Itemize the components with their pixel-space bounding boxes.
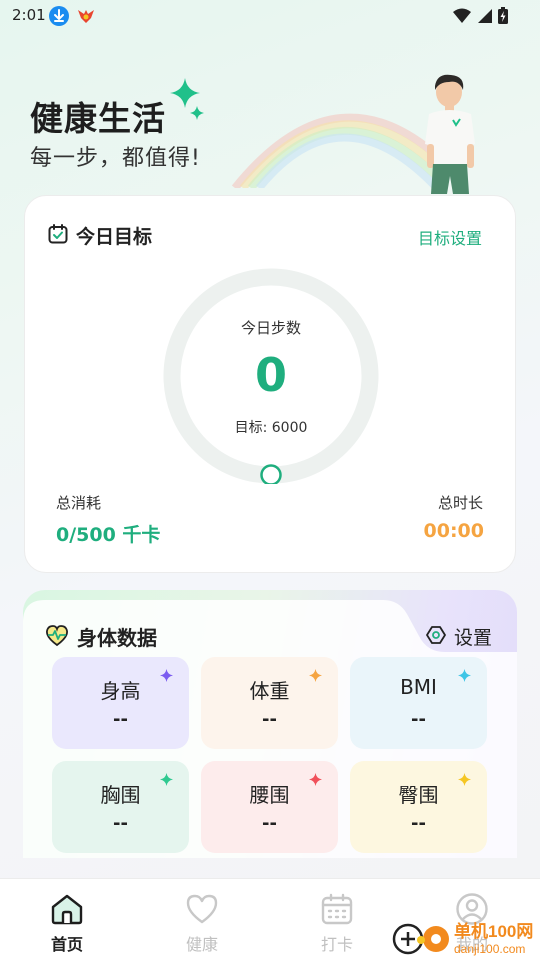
duration-label: 总时长 [437,494,483,512]
body-data-card: 身体数据 设置 身高 -- 体重 -- BMI -- 胸围 -- 腰围 -- 臀… [23,590,517,858]
metric-value: -- [411,813,426,834]
sparkle-icon [309,773,322,786]
metric-value: -- [411,709,426,730]
download-icon [49,6,69,26]
hero-title: 健康生活 [30,99,166,138]
nav-item-checkin[interactable]: 打卡 [282,879,392,960]
metric-card-height[interactable]: 身高 -- [52,657,189,749]
duration-value: 00:00 [423,520,484,542]
calendar-icon [321,893,353,925]
body-settings-button[interactable]: 设置 [454,623,492,650]
metric-value: -- [262,813,277,834]
signal-icon [478,8,492,23]
person-illustration [425,74,475,194]
steps-value: 0 [254,348,287,402]
home-icon [51,894,83,925]
status-bar: 2:01 [0,0,540,32]
app-icon [76,6,96,26]
goal-card: 今日目标 目标设置 今日步数 0 目标: 6000 总消耗 0/500 千卡 总… [24,195,516,573]
progress-knob [260,464,282,484]
heart-pulse-icon [46,625,68,647]
metric-card-bmi[interactable]: BMI -- [350,657,487,749]
sparkle-icon [160,773,173,786]
metric-value: -- [113,813,128,834]
metric-card-chest[interactable]: 胸围 -- [52,761,189,853]
nav-item-home[interactable]: 首页 [12,879,122,960]
watermark-url: danji100.com [454,942,525,956]
sparkle-icon [458,669,471,682]
sparkle-icon [190,106,204,120]
steps-label: 今日步数 [240,319,301,337]
calendar-check-icon [48,224,68,244]
metric-card-weight[interactable]: 体重 -- [201,657,338,749]
heart-icon [186,894,218,924]
goal-settings-link[interactable]: 目标设置 [418,225,482,249]
wifi-icon [453,8,471,23]
sparkle-icon [170,78,200,108]
sparkle-icon [309,669,322,682]
nav-label: 首页 [50,935,83,954]
calories-value: 0/500 千卡 [56,524,161,546]
sparkle-icon [458,773,471,786]
hero-subtitle: 每一步，都值得! [30,146,201,171]
goal-title: 今日目标 [76,226,153,248]
metric-card-waist[interactable]: 腰围 -- [201,761,338,853]
sparkle-icon [160,669,173,682]
metric-value: -- [113,709,128,730]
calories-label: 总消耗 [56,494,102,512]
watermark-brand: 单机100网 [454,921,533,941]
nav-item-health[interactable]: 健康 [147,879,257,960]
metric-card-hip[interactable]: 臀围 -- [350,761,487,853]
settings-icon[interactable] [426,625,446,645]
nav-label: 健康 [185,935,218,954]
metric-value: -- [262,709,277,730]
body-data-title: 身体数据 [77,626,157,650]
steps-target: 目标: 6000 [234,420,308,436]
status-time: 2:01 [12,6,46,24]
nav-label: 打卡 [320,935,353,954]
battery-charging-icon [498,7,508,24]
watermark-logo: 单机100网 danji100.com [392,921,533,956]
